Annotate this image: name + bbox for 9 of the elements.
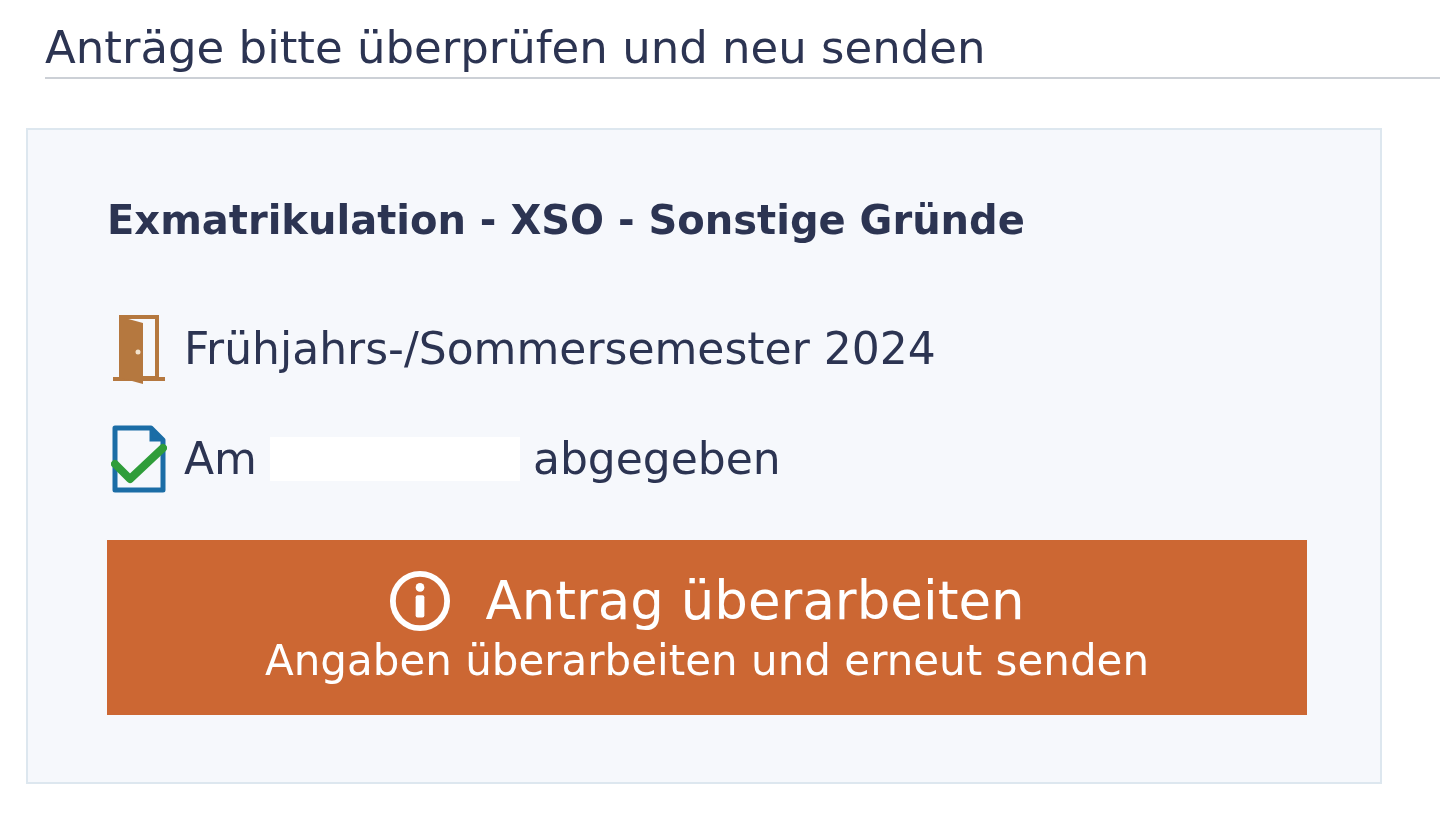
door-icon bbox=[111, 314, 167, 384]
submission-suffix: abgegeben bbox=[532, 437, 781, 481]
semester-text: Frühjahrs-/Sommersemester 2024 bbox=[184, 327, 936, 371]
document-check-icon bbox=[111, 424, 167, 494]
revise-button[interactable]: Antrag überarbeiten Angaben überarbeiten und erneut senden bbox=[107, 540, 1307, 715]
info-icon bbox=[389, 569, 452, 632]
request-title: Exmatrikulation - XSO - Sonstige Gründe bbox=[107, 196, 1025, 245]
submission-prefix: Am bbox=[184, 437, 257, 481]
section-heading: Anträge bitte überprüfen und neu senden bbox=[45, 22, 986, 74]
